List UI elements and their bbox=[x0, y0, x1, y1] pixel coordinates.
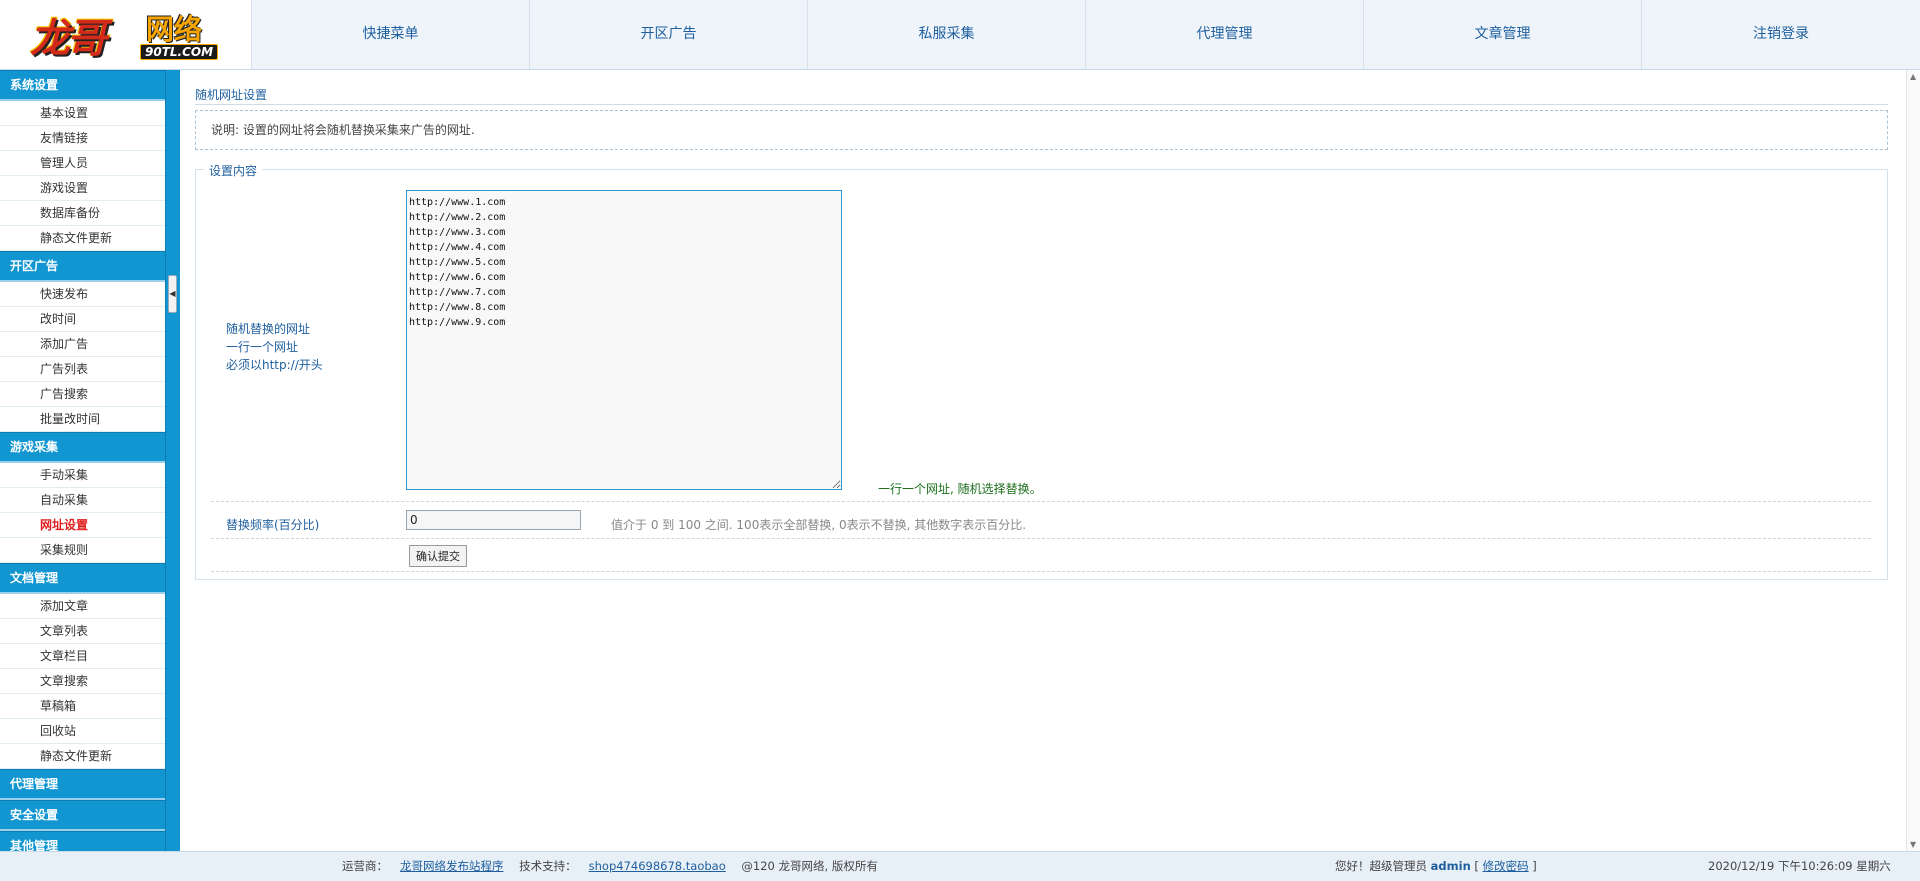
top-nav: 快捷菜单 开区广告 私服采集 代理管理 文章管理 注销登录 bbox=[252, 0, 1920, 69]
sidebar-group-game-collect[interactable]: 游戏采集 bbox=[0, 432, 165, 463]
sidebar-item-add-ad[interactable]: 添加广告 bbox=[0, 332, 165, 357]
top-nav-article-management[interactable]: 文章管理 bbox=[1364, 0, 1642, 69]
top-bar: 龙哥 网络 90TL.COM 快捷菜单 开区广告 私服采集 代理管理 文章管理 … bbox=[0, 0, 1920, 70]
greeting-text: 您好！超级管理员 bbox=[1335, 859, 1431, 873]
footer-user-info: 您好！超级管理员 admin [ 修改密码 ] bbox=[1335, 852, 1537, 881]
sidebar-item-recycle-bin[interactable]: 回收站 bbox=[0, 719, 165, 744]
vertical-scrollbar[interactable]: ▲ ▼ bbox=[1906, 70, 1920, 851]
sidebar-group-security-settings[interactable]: 安全设置 bbox=[0, 800, 165, 831]
scroll-up-icon[interactable]: ▲ bbox=[1910, 72, 1916, 81]
footer: 运营商： 龙哥网络发布站程序 技术支持： shop474698678.taobao … bbox=[0, 851, 1920, 881]
row-divider bbox=[211, 538, 1871, 539]
url-list-label: 随机替换的网址 一行一个网址 必须以http://开头 bbox=[226, 320, 323, 374]
sidebar-item-collect-rules[interactable]: 采集规则 bbox=[0, 538, 165, 563]
support-label: 技术支持： bbox=[519, 859, 577, 873]
top-nav-shortcut-menu[interactable]: 快捷菜单 bbox=[252, 0, 530, 69]
sidebar-item-add-article[interactable]: 添加文章 bbox=[0, 594, 165, 619]
footer-credits: 运营商： 龙哥网络发布站程序 技术支持： shop474698678.taobao … bbox=[342, 852, 890, 881]
admin-name: admin bbox=[1430, 859, 1471, 873]
sidebar-item-friend-links[interactable]: 友情链接 bbox=[0, 126, 165, 151]
logo-url-text: 90TL.COM bbox=[140, 44, 219, 60]
operator-info: 运营商： 龙哥网络发布站程序 bbox=[342, 859, 504, 873]
frequency-input[interactable] bbox=[406, 510, 581, 530]
scroll-down-icon[interactable]: ▼ bbox=[1910, 840, 1916, 849]
support-info: 技术支持： shop474698678.taobao bbox=[519, 859, 726, 873]
footer-datetime: 2020/12/19 下午10:26:09 星期六 bbox=[1708, 859, 1891, 873]
row-divider bbox=[211, 501, 1871, 502]
sidebar-item-article-list[interactable]: 文章列表 bbox=[0, 619, 165, 644]
note-box: 说明: 设置的网址将会随机替换采集来广告的网址. bbox=[195, 110, 1888, 150]
sidebar-item-batch-change-time[interactable]: 批量改时间 bbox=[0, 407, 165, 432]
sidebar-group-server-ads[interactable]: 开区广告 bbox=[0, 251, 165, 282]
frequency-hint: 值介于 0 到 100 之间. 100表示全部替换, 0表示不替换, 其他数字表… bbox=[611, 518, 1027, 532]
top-nav-private-server-collect[interactable]: 私服采集 bbox=[808, 0, 1086, 69]
collapse-sidebar-icon[interactable]: ◀ bbox=[168, 275, 177, 313]
url-list-hint: 一行一个网址, 随机选择替换。 bbox=[878, 482, 1042, 496]
copyright-text: @120 龙哥网络, 版权所有 bbox=[741, 859, 878, 873]
sidebar-item-game-settings[interactable]: 游戏设置 bbox=[0, 176, 165, 201]
change-password-link[interactable]: 修改密码 bbox=[1483, 859, 1529, 873]
url-label-line-1: 随机替换的网址 bbox=[226, 322, 311, 336]
sidebar-group-document-management[interactable]: 文档管理 bbox=[0, 563, 165, 594]
sidebar-item-article-columns[interactable]: 文章栏目 bbox=[0, 644, 165, 669]
note-text: 说明: 设置的网址将会随机替换采集来广告的网址. bbox=[211, 123, 475, 137]
sidebar-group-agent-management[interactable]: 代理管理 bbox=[0, 769, 165, 800]
sidebar-item-quick-publish[interactable]: 快速发布 bbox=[0, 282, 165, 307]
main-content: 随机网址设置 说明: 设置的网址将会随机替换采集来广告的网址. 设置内容 随机替… bbox=[180, 70, 1906, 851]
sidebar: 系统设置 基本设置 友情链接 管理人员 游戏设置 数据库备份 静态文件更新 开区… bbox=[0, 70, 165, 851]
bracket-close: ] bbox=[1528, 859, 1537, 873]
url-list-textarea[interactable]: http://www.1.com http://www.2.com http:/… bbox=[406, 190, 842, 490]
row-divider bbox=[211, 571, 1871, 572]
sidebar-item-static-update[interactable]: 静态文件更新 bbox=[0, 226, 165, 251]
sidebar-item-static-update-2[interactable]: 静态文件更新 bbox=[0, 744, 165, 769]
top-nav-server-ads[interactable]: 开区广告 bbox=[530, 0, 808, 69]
top-nav-logout[interactable]: 注销登录 bbox=[1642, 0, 1920, 69]
submit-button[interactable]: 确认提交 bbox=[409, 545, 467, 567]
sidebar-item-article-search[interactable]: 文章搜索 bbox=[0, 669, 165, 694]
sidebar-item-manual-collect[interactable]: 手动采集 bbox=[0, 463, 165, 488]
top-nav-agent-management[interactable]: 代理管理 bbox=[1086, 0, 1364, 69]
sidebar-item-change-time[interactable]: 改时间 bbox=[0, 307, 165, 332]
sidebar-item-ad-search[interactable]: 广告搜索 bbox=[0, 382, 165, 407]
fieldset-legend: 设置内容 bbox=[204, 162, 263, 179]
logo-sub-text: 网络 bbox=[146, 13, 203, 46]
sidebar-item-auto-collect[interactable]: 自动采集 bbox=[0, 488, 165, 513]
sidebar-group-system-settings[interactable]: 系统设置 bbox=[0, 70, 165, 101]
sidebar-item-ad-list[interactable]: 广告列表 bbox=[0, 357, 165, 382]
bracket-open: [ bbox=[1470, 859, 1483, 873]
title-divider bbox=[195, 104, 1888, 105]
page-title: 随机网址设置 bbox=[195, 88, 268, 102]
logo[interactable]: 龙哥 网络 90TL.COM bbox=[0, 0, 252, 69]
sidebar-item-admins[interactable]: 管理人员 bbox=[0, 151, 165, 176]
sidebar-group-other-management[interactable]: 其他管理 bbox=[0, 831, 165, 851]
url-label-line-3: 必须以http://开头 bbox=[226, 358, 323, 372]
logo-main-text: 龙哥 bbox=[30, 16, 107, 62]
operator-link[interactable]: 龙哥网络发布站程序 bbox=[400, 859, 504, 873]
frequency-label: 替换频率(百分比) bbox=[226, 518, 320, 532]
url-label-line-2: 一行一个网址 bbox=[226, 340, 299, 354]
settings-fieldset: 设置内容 随机替换的网址 一行一个网址 必须以http://开头 http://… bbox=[195, 162, 1888, 580]
support-link[interactable]: shop474698678.taobao bbox=[589, 859, 726, 873]
sidebar-item-drafts[interactable]: 草稿箱 bbox=[0, 694, 165, 719]
sidebar-divider bbox=[165, 70, 180, 851]
sidebar-item-db-backup[interactable]: 数据库备份 bbox=[0, 201, 165, 226]
sidebar-item-url-settings[interactable]: 网址设置 bbox=[0, 513, 165, 538]
sidebar-item-basic-settings[interactable]: 基本设置 bbox=[0, 101, 165, 126]
operator-label: 运营商： bbox=[342, 859, 388, 873]
